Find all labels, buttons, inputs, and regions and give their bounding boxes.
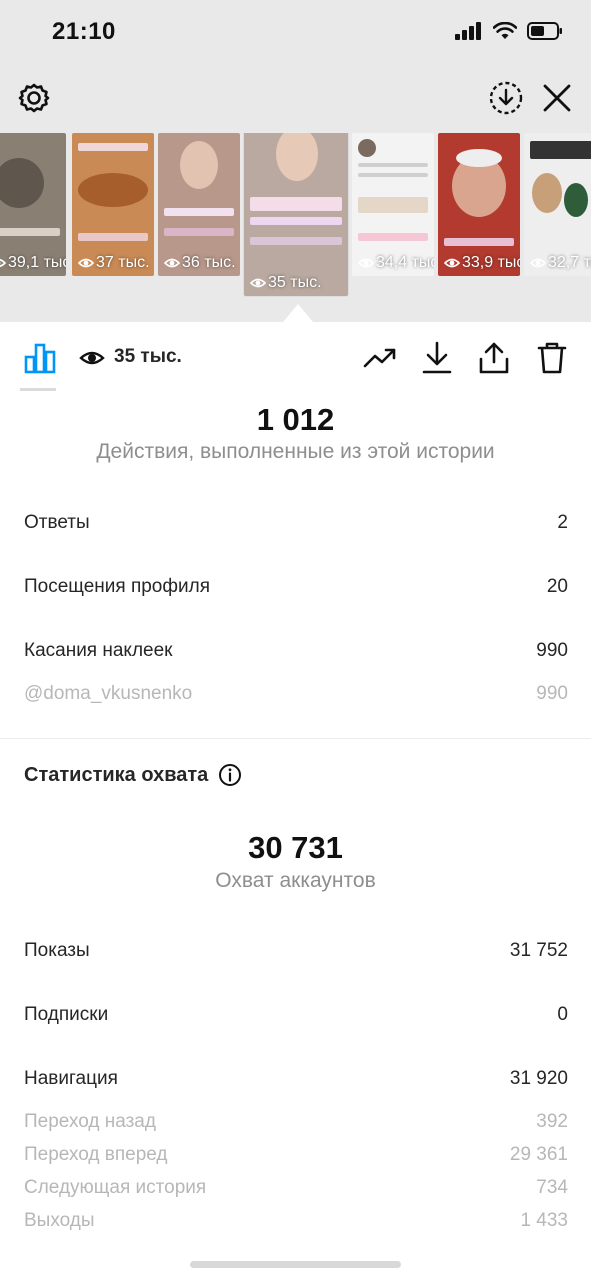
stat-value: 0 bbox=[557, 1004, 568, 1025]
wifi-icon bbox=[493, 22, 517, 39]
stat-row-forward: Переход вперед 29 361 bbox=[24, 1144, 568, 1166]
eye-icon bbox=[530, 258, 546, 268]
stat-label: Переход вперед bbox=[24, 1144, 168, 1165]
top-toolbar bbox=[0, 72, 591, 124]
stat-label: Ответы bbox=[24, 512, 90, 533]
status-time: 21:10 bbox=[52, 18, 116, 45]
stat-value: 990 bbox=[536, 683, 568, 704]
tab-underline bbox=[20, 388, 56, 391]
actions-total: 1 012 bbox=[256, 402, 335, 437]
selected-story-pointer bbox=[283, 304, 313, 322]
stat-value: 31 752 bbox=[509, 940, 568, 961]
stat-label: Следующая история bbox=[24, 1177, 207, 1198]
bar-chart-icon[interactable] bbox=[22, 340, 58, 376]
settings-gear-icon[interactable] bbox=[16, 80, 52, 116]
eye-icon bbox=[358, 258, 374, 268]
trending-icon[interactable] bbox=[362, 340, 398, 376]
stat-value: 20 bbox=[546, 576, 568, 597]
reach-section-title: Статистика охвата bbox=[24, 763, 242, 787]
actions-caption: Действия, выполненные из этой истории bbox=[96, 440, 495, 463]
stat-row-exits: Выходы 1 433 bbox=[24, 1210, 568, 1232]
thumbnail-view-count: 33,9 тыс. bbox=[444, 254, 520, 272]
stat-label: Подписки bbox=[24, 1004, 109, 1025]
stat-row-follows: Подписки 0 bbox=[24, 1004, 568, 1026]
thumbnail-view-count: 39,1 тыс. bbox=[0, 254, 66, 272]
insights-tab-bar: 35 тыс. bbox=[0, 322, 591, 392]
thumbnail-view-count: 35 тыс. bbox=[250, 274, 322, 292]
trash-icon[interactable] bbox=[534, 340, 570, 376]
stat-row-back: Переход назад 392 bbox=[24, 1111, 568, 1133]
thumbnail-view-count: 37 тыс. bbox=[78, 254, 150, 272]
stat-value: 392 bbox=[536, 1111, 568, 1132]
story-thumbnail[interactable]: 34,4 тыс. bbox=[352, 133, 434, 276]
stat-row-mention-sticker: @doma_vkusnenko 990 bbox=[24, 683, 568, 705]
stat-value: 31 920 bbox=[509, 1068, 568, 1089]
story-thumbnail-strip: 39,1 тыс. 37 тыс. 36 тыс. bbox=[0, 133, 591, 301]
stat-label: Навигация bbox=[24, 1068, 118, 1089]
share-icon[interactable] bbox=[476, 340, 512, 376]
stat-label: @doma_vkusnenko bbox=[24, 683, 193, 704]
stat-label: Показы bbox=[24, 940, 90, 961]
info-icon[interactable] bbox=[218, 763, 242, 787]
section-divider bbox=[0, 738, 591, 739]
stat-value: 734 bbox=[536, 1177, 568, 1198]
stat-label: Выходы bbox=[24, 1210, 95, 1231]
eye-icon bbox=[444, 258, 460, 268]
download-icon[interactable] bbox=[419, 340, 455, 376]
thumbnail-view-count: 34,4 тыс. bbox=[358, 254, 434, 272]
stat-label: Посещения профиля bbox=[24, 576, 210, 597]
story-preview-area: 21:10 39,1 ты 37 тыс. 36 тыс. 35 тыс. 34… bbox=[0, 0, 591, 322]
status-bar: 21:10 bbox=[0, 0, 591, 64]
stat-value: 2 bbox=[557, 512, 568, 533]
stat-row-impressions: Показы 31 752 bbox=[24, 940, 568, 962]
story-thumbnail[interactable]: 39,1 тыс. bbox=[0, 133, 66, 276]
stat-row-profile-visits: Посещения профиля 20 bbox=[24, 576, 568, 598]
thumbnail-view-count: 32,7 тыс. bbox=[530, 254, 591, 272]
stat-value: 1 433 bbox=[520, 1210, 568, 1231]
eye-icon bbox=[74, 340, 110, 376]
eye-icon bbox=[250, 278, 266, 288]
eye-icon bbox=[164, 258, 180, 268]
eye-icon bbox=[78, 258, 94, 268]
stat-row-next-story: Следующая история 734 bbox=[24, 1177, 568, 1199]
home-indicator[interactable] bbox=[190, 1261, 401, 1268]
stat-value: 29 361 bbox=[509, 1144, 568, 1165]
close-icon[interactable] bbox=[539, 80, 575, 116]
stat-row-navigation: Навигация 31 920 bbox=[24, 1068, 568, 1090]
story-thumbnail[interactable]: 36 тыс. bbox=[158, 133, 240, 276]
stat-value: 990 bbox=[536, 640, 568, 661]
story-views-count: 35 тыс. bbox=[114, 346, 182, 367]
story-thumbnail-selected[interactable]: 35 тыс. bbox=[244, 133, 348, 296]
stat-label: Касания наклеек bbox=[24, 640, 173, 661]
stat-label: Переход назад bbox=[24, 1111, 156, 1132]
eye-icon bbox=[0, 258, 6, 268]
story-thumbnail[interactable]: 37 тыс. bbox=[72, 133, 154, 276]
battery-icon bbox=[527, 22, 562, 40]
stat-row-replies: Ответы 2 bbox=[24, 512, 568, 534]
story-thumbnail[interactable]: 33,9 тыс. bbox=[438, 133, 520, 276]
download-circle-icon[interactable] bbox=[488, 80, 524, 116]
signal-icon bbox=[455, 22, 481, 40]
stat-row-sticker-taps: Касания наклеек 990 bbox=[24, 640, 568, 662]
reach-total: 30 731 bbox=[248, 830, 343, 865]
status-icons bbox=[455, 22, 563, 40]
story-thumbnail[interactable]: 32,7 тыс. bbox=[524, 133, 591, 276]
reach-caption: Охват аккаунтов bbox=[215, 869, 376, 892]
thumbnail-view-count: 36 тыс. bbox=[164, 254, 236, 272]
